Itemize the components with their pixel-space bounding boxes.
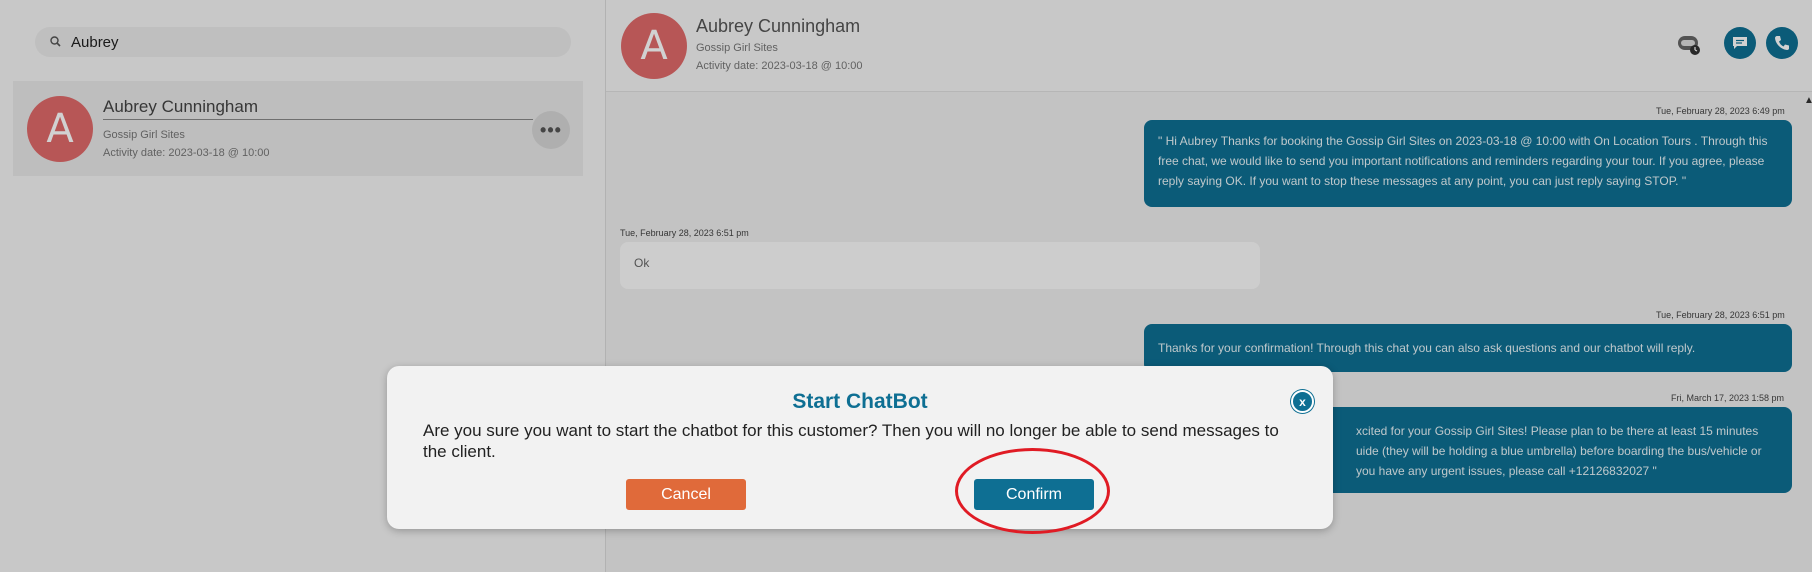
cancel-button[interactable]: Cancel [626,479,746,510]
dialog-title: Start ChatBot [792,390,928,413]
close-button[interactable]: x [1291,390,1314,413]
highlight-circle-annotation [955,448,1110,534]
start-chatbot-dialog: Start ChatBot x Are you sure you want to… [387,366,1333,529]
dialog-message: Are you sure you want to start the chatb… [423,421,1279,461]
